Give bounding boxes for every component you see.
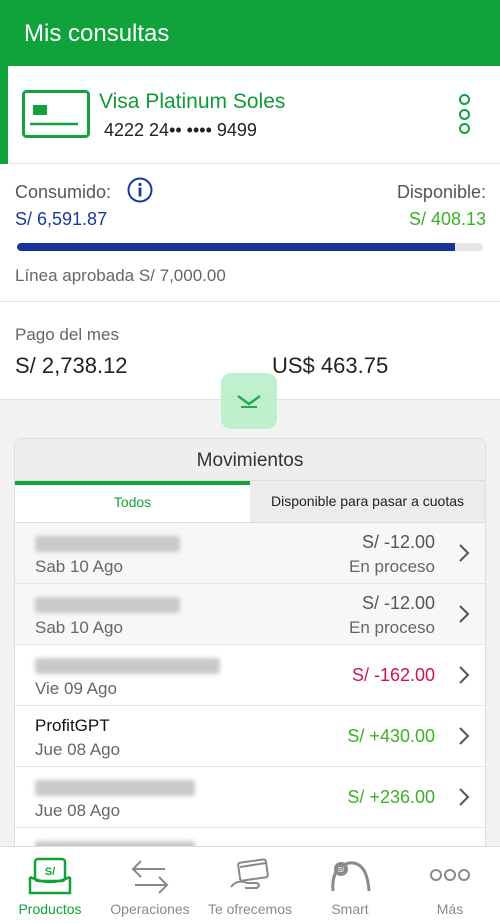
bottom-navigation: S/ Productos Operaciones Te ofrecemos S/…: [0, 846, 500, 923]
transaction-row[interactable]: Sab 10 Ago S/ -12.00 En proceso: [15, 584, 485, 645]
transaction-row[interactable]: Jue 08 Ago S/ +236.00: [15, 767, 485, 828]
tab-cuotas[interactable]: Disponible para pasar a cuotas: [250, 481, 485, 522]
transaction-amount: S/ +430.00: [347, 726, 435, 746]
nav-te-ofrecemos[interactable]: Te ofrecemos: [200, 847, 300, 923]
nav-label: Te ofrecemos: [207, 901, 293, 917]
transactions-panel: Movimientos Todos Disponible para pasar …: [14, 438, 486, 858]
card-name: Visa Platinum Soles: [99, 90, 286, 113]
transaction-status: En proceso: [349, 557, 435, 576]
nav-productos[interactable]: S/ Productos: [0, 847, 100, 923]
payment-label: Pago del mes: [15, 325, 119, 344]
transaction-amount: S/ -12.00: [361, 593, 435, 613]
nav-label: Operaciones: [110, 901, 190, 917]
nav-smart[interactable]: S/ Smart: [300, 847, 400, 923]
consumido-label: Consumido:: [15, 182, 112, 202]
chevron-down-icon: [237, 394, 261, 408]
transaction-date: Sab 10 Ago: [35, 618, 123, 637]
nav-label: Smart: [331, 901, 369, 917]
balance-section: Consumido: S/ 6,591.87 Disponible: S/ 40…: [0, 164, 500, 302]
payment-soles: S/ 2,738.12: [15, 353, 128, 378]
transaction-amount: S/ -162.00: [351, 665, 435, 685]
consumido-value: S/ 6,591.87: [15, 209, 108, 229]
transaction-status: En proceso: [349, 618, 435, 637]
transaction-date: Vie 09 Ago: [35, 679, 117, 698]
transaction-description: ProfitGPT: [35, 716, 110, 735]
transaction-row[interactable]: Vie 09 Ago S/ -162.00: [15, 645, 485, 706]
app-header: Mis consultas: [0, 0, 500, 66]
transaction-row[interactable]: ProfitGPT Jue 08 Ago S/ +430.00: [15, 706, 485, 767]
nav-mas[interactable]: Más: [400, 847, 500, 923]
credit-usage-bar: [17, 243, 483, 251]
credit-usage-fill: [17, 243, 456, 251]
chevron-right-icon: [459, 544, 470, 562]
nav-operaciones[interactable]: Operaciones: [100, 847, 200, 923]
transaction-amount: S/ -12.00: [361, 532, 435, 552]
disponible-label: Disponible:: [396, 182, 486, 202]
products-icon-text: S/: [45, 866, 55, 878]
smart-gauge-icon: S/: [331, 861, 371, 892]
more-options-icon[interactable]: [454, 94, 474, 134]
redacted-description: [35, 780, 195, 796]
nav-label: Productos: [18, 901, 82, 917]
transfer-arrows-icon: [131, 860, 169, 894]
chevron-right-icon: [459, 605, 470, 623]
svg-text:S/: S/: [338, 867, 345, 874]
products-wallet-icon: S/: [28, 857, 72, 895]
approved-line: Línea aprobada S/ 7,000.00: [15, 266, 226, 285]
redacted-description: [35, 597, 180, 613]
redacted-description: [35, 536, 180, 552]
chevron-right-icon: [459, 788, 470, 806]
expand-button[interactable]: [221, 373, 277, 429]
info-icon[interactable]: [127, 177, 153, 203]
nav-label: Más: [436, 901, 464, 917]
transaction-date: Jue 08 Ago: [35, 740, 121, 759]
chevron-right-icon: [459, 666, 470, 684]
credit-card-icon: [22, 90, 90, 138]
page-title: Mis consultas: [24, 20, 170, 47]
transaction-date: Jue 08 Ago: [35, 801, 121, 820]
more-dots-icon: [430, 869, 470, 881]
transactions-tabs: Todos Disponible para pasar a cuotas: [15, 481, 485, 523]
tab-todos[interactable]: Todos: [15, 481, 250, 522]
transactions-title: Movimientos: [15, 439, 485, 481]
payment-dollars: US$ 463.75: [272, 353, 389, 378]
card-summary[interactable]: Visa Platinum Soles 4222 24•• •••• 9499: [0, 66, 500, 164]
card-number: 4222 24•• •••• 9499: [104, 120, 257, 140]
disponible-value: S/ 408.13: [408, 209, 486, 229]
redacted-description: [35, 658, 220, 674]
transaction-date: Sab 10 Ago: [35, 557, 123, 576]
transaction-row[interactable]: Sab 10 Ago S/ -12.00 En proceso: [15, 523, 485, 584]
chevron-right-icon: [459, 727, 470, 745]
card-offer-icon: [230, 858, 269, 889]
transaction-amount: S/ +236.00: [347, 787, 435, 807]
card-accent-bar: [0, 66, 8, 164]
